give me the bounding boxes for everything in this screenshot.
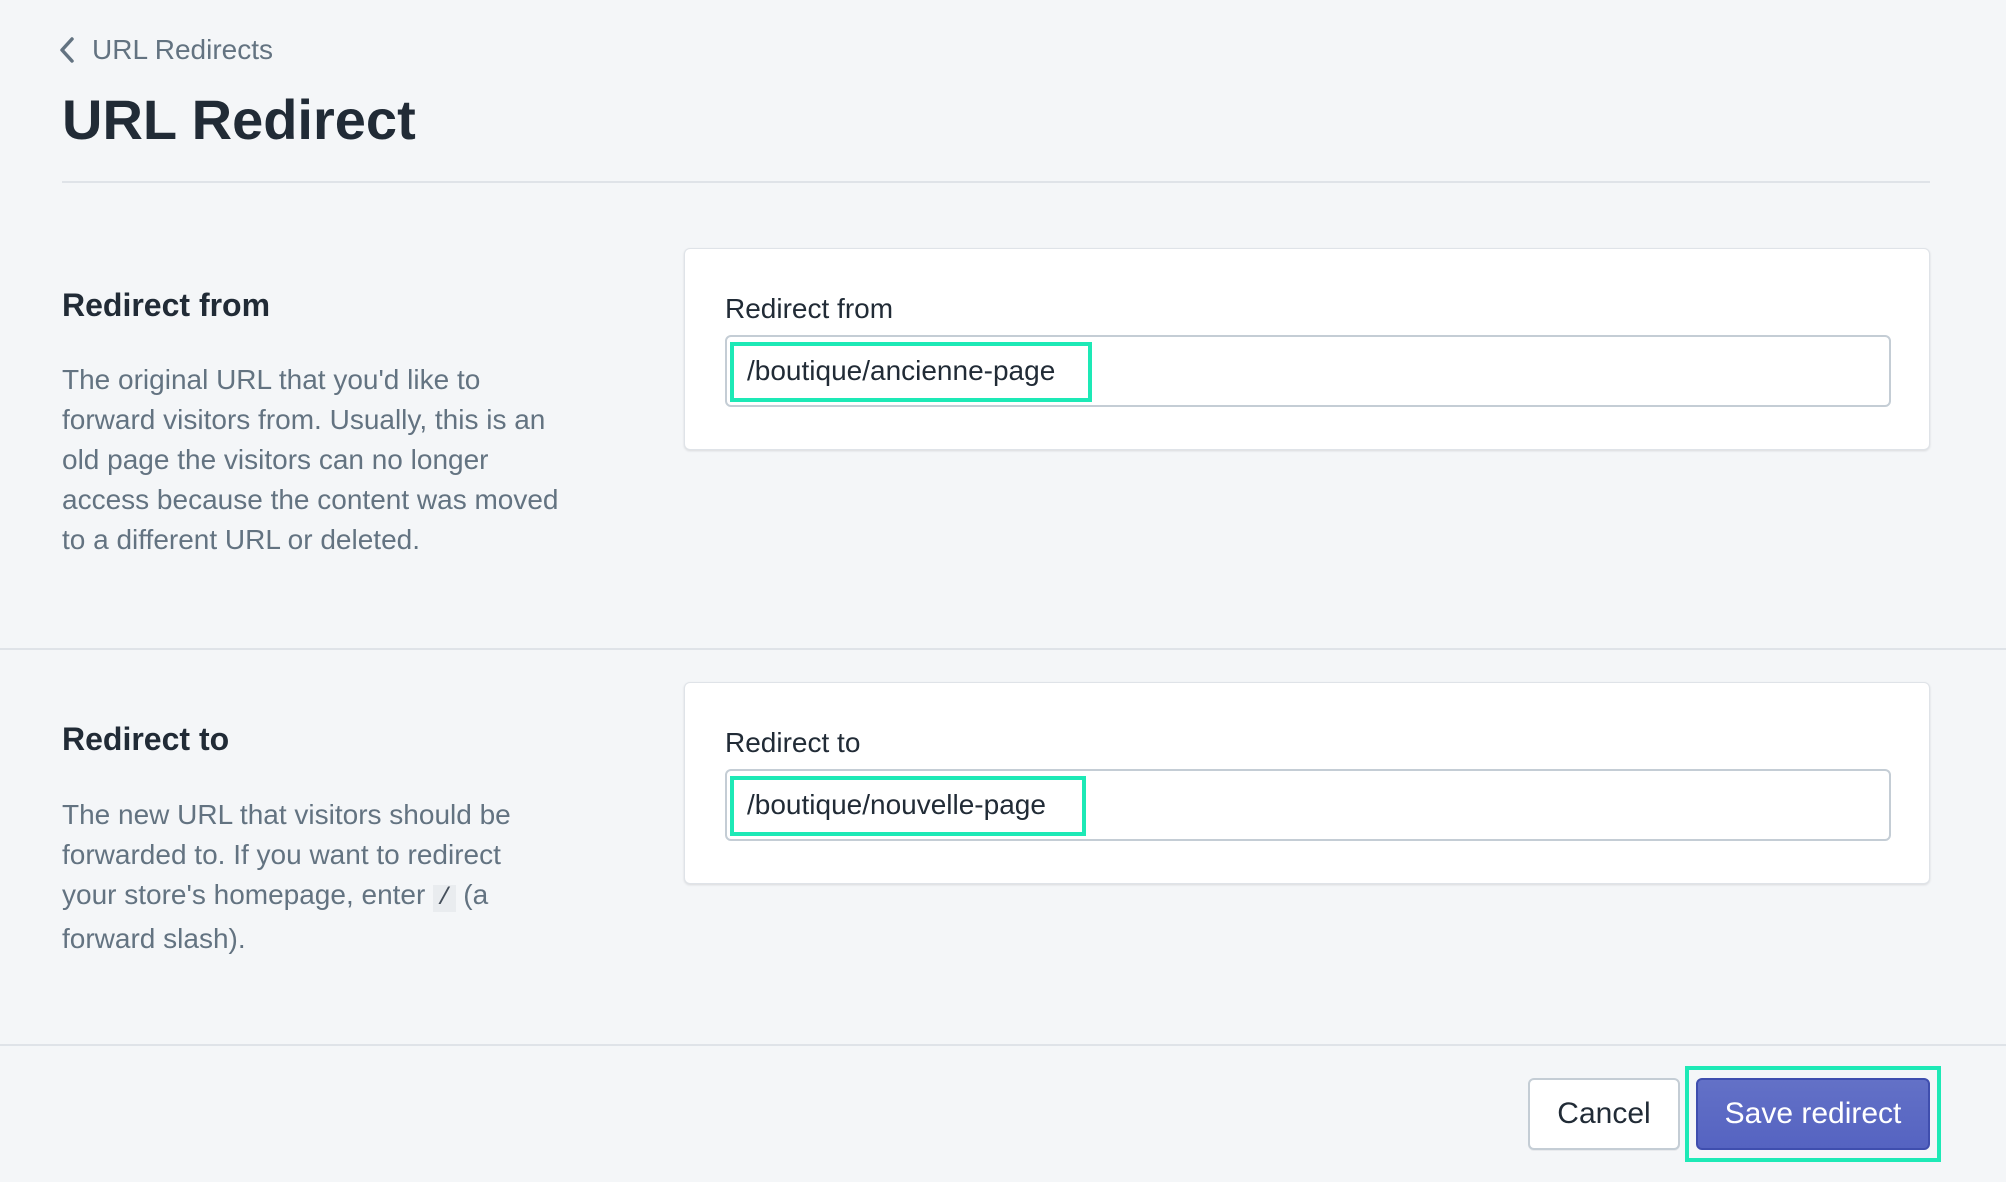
page-title: URL Redirect <box>62 88 416 151</box>
redirect-to-card: Redirect to <box>684 682 1930 884</box>
redirect-to-description: The new URL that visitors should be forw… <box>62 795 562 959</box>
forward-slash-code: / <box>433 885 456 912</box>
redirect-from-input[interactable] <box>725 335 1891 407</box>
section-divider <box>0 648 2006 650</box>
redirect-from-description: The original URL that you'd like to forw… <box>62 364 559 555</box>
header-divider <box>62 181 1930 183</box>
redirect-to-input[interactable] <box>725 769 1891 841</box>
redirect-to-label: Redirect to <box>725 727 861 758</box>
cancel-button[interactable]: Cancel <box>1528 1078 1680 1150</box>
redirect-from-card: Redirect from <box>684 248 1930 450</box>
save-redirect-button[interactable]: Save redirect <box>1696 1078 1930 1150</box>
chevron-left-icon[interactable] <box>58 30 80 70</box>
url-redirect-page: URL Redirects URL Redirect Redirect from… <box>0 0 2006 1182</box>
footer-divider <box>0 1044 2006 1046</box>
redirect-to-heading: Redirect to <box>62 721 230 757</box>
breadcrumb-link[interactable]: URL Redirects <box>92 30 273 70</box>
breadcrumb[interactable]: URL Redirects <box>58 30 273 70</box>
redirect-from-heading: Redirect from <box>62 287 271 323</box>
redirect-from-label: Redirect from <box>725 293 894 324</box>
